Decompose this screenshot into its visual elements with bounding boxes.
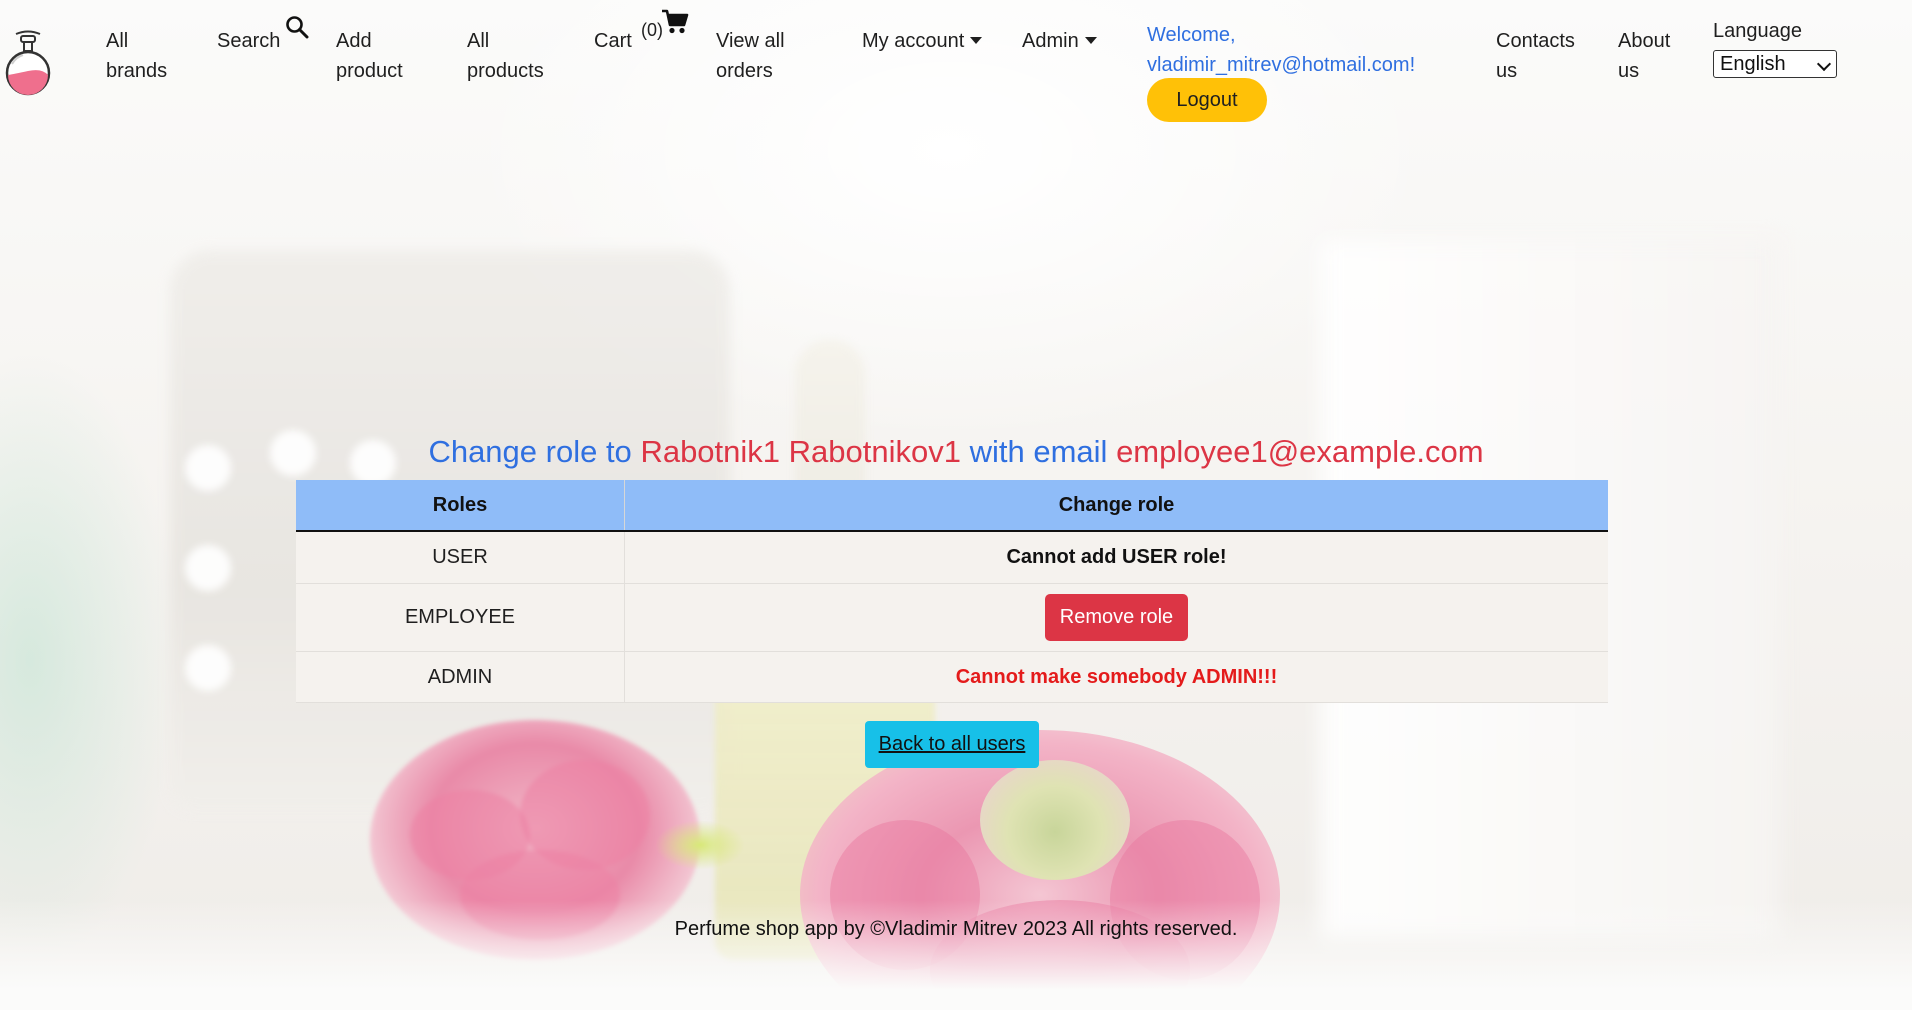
title-middle: with email [969,434,1108,469]
chevron-down-icon [970,37,983,44]
nav-search[interactable]: Search [217,26,280,56]
title-user-name: Rabotnik1 Rabotnikov1 [640,434,961,469]
chevron-down-icon [1816,56,1832,72]
nav-admin-dropdown[interactable]: Admin [1022,26,1097,56]
footer-copyright: Perfume shop app by ©Vladimir Mitrev 202… [674,918,1238,940]
column-header-change-role: Change role [624,480,1608,532]
nav-add-product-line2: product [336,60,403,82]
nav-view-all-orders-line2: orders [716,60,773,82]
nav-add-product-line1: Add [336,30,372,52]
perfume-bottle-icon[interactable] [2,30,54,100]
role-cell: EMPLOYEE [296,583,625,652]
nav-all-products-line2: products [467,60,544,82]
title-prefix: Change role to [428,434,632,469]
nav-view-all-orders[interactable]: View all orders [716,26,785,86]
table-row: EMPLOYEE Remove role [296,583,1608,652]
cart-icon[interactable] [661,9,689,35]
role-cell: ADMIN [296,651,625,703]
welcome-message: Welcome, vladimir_mitrev@hotmail.com! [1147,20,1415,80]
welcome-line1: Welcome, [1147,24,1236,46]
nav-add-product[interactable]: Add product [336,26,403,86]
logout-button[interactable]: Logout [1147,78,1267,122]
nav-all-products-line1: All [467,30,490,52]
nav-all-products[interactable]: All products [467,26,544,86]
column-header-roles: Roles [296,480,625,532]
welcome-email: vladimir_mitrev@hotmail.com! [1147,54,1416,76]
flower-center [980,760,1130,880]
nav-contacts-us-line1: Contacts [1496,30,1575,52]
nav-search-label: Search [217,30,281,52]
table-header-row: Roles Change role [296,480,1608,532]
change-role-cell: Remove role [624,583,1608,652]
nav-about-us-line1: About [1618,30,1671,52]
nav-contacts-us-line2: us [1496,60,1518,82]
bottom-strip [0,1010,1912,1028]
nav-all-brands-line2: brands [106,60,168,82]
chevron-down-icon [1084,37,1097,44]
cannot-make-admin-message: Cannot make somebody ADMIN!!! [955,665,1278,688]
nav-all-brands[interactable]: All brands [106,26,167,86]
page-title: Change role to Rabotnik1 Rabotnikov1 wit… [0,430,1912,474]
nav-about-us[interactable]: About us [1618,26,1670,86]
nav-cart[interactable]: Cart [594,26,632,56]
search-icon[interactable] [285,15,309,39]
cannot-add-user-message: Cannot add USER role! [1006,546,1227,568]
nav-my-account-label: My account [862,30,965,52]
nav-contacts-us[interactable]: Contacts us [1496,26,1575,86]
title-user-email: employee1@example.com [1116,434,1484,469]
top-navbar: All brands Search Add product All produc… [0,0,1912,130]
cart-count-badge: (0) [641,20,663,40]
language-label: Language [1713,20,1802,42]
language-selected-value: English [1720,53,1786,75]
background-jar-dot [185,645,231,691]
role-cell: USER [296,531,625,584]
nav-cart-label: Cart [594,30,632,52]
nav-all-brands-line1: All [106,30,129,52]
remove-role-button[interactable]: Remove role [1045,594,1188,641]
nav-admin-label: Admin [1022,30,1079,52]
table-row: ADMIN Cannot make somebody ADMIN!!! [296,651,1608,703]
nav-about-us-line2: us [1618,60,1640,82]
background-jar-dot [185,545,231,591]
nav-my-account-dropdown[interactable]: My account [862,26,983,56]
table-row: USER Cannot add USER role! [296,531,1608,584]
nav-view-all-orders-line1: View all [716,30,785,52]
back-to-all-users-button[interactable]: Back to all users [865,721,1039,768]
background-leaf [655,820,745,870]
change-role-cell: Cannot add USER role! [624,531,1608,584]
language-select[interactable]: English [1713,50,1837,78]
change-role-cell: Cannot make somebody ADMIN!!! [624,651,1608,703]
roles-table: Roles Change role USER Cannot add USER r… [296,480,1608,703]
